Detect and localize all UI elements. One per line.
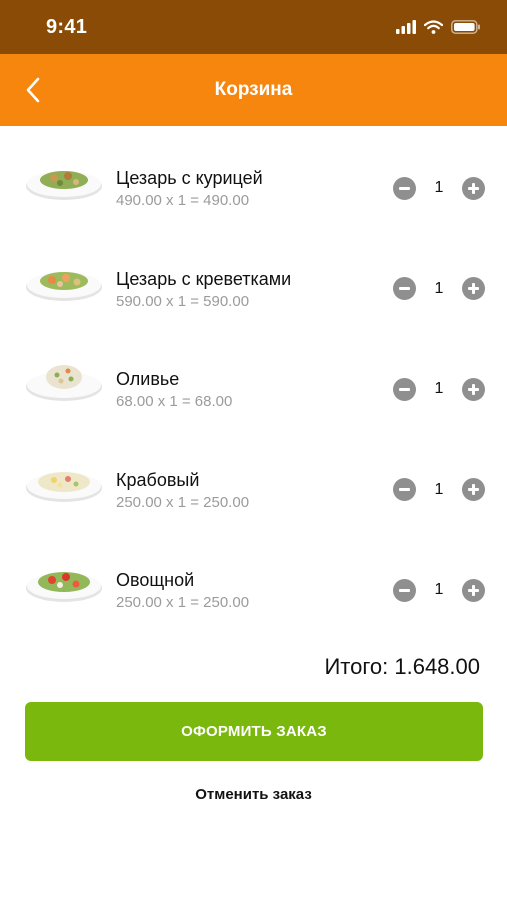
- dish-name: Цезарь с курицей: [116, 168, 263, 188]
- increase-qty-button[interactable]: [462, 176, 485, 200]
- cart-item: Цезарь с креветками 590.00 x 1 = 590.00 …: [0, 227, 507, 328]
- dish-image-vegetable: [26, 572, 102, 602]
- dish-image-crab: [26, 471, 102, 502]
- dish-price-calc: 590.00 x 1 = 590.00: [116, 292, 250, 310]
- checkout-button[interactable]: ОФОРМИТЬ ЗАКАЗ: [25, 702, 483, 761]
- quantity-value: 1: [434, 179, 444, 196]
- increase-qty-button[interactable]: [462, 578, 485, 602]
- quantity-value: 1: [434, 480, 444, 498]
- dish-price-calc: 250.00 x 1 = 250.00: [116, 493, 250, 511]
- dish-image-caesar-chicken: [26, 171, 102, 200]
- decrease-qty-button[interactable]: [393, 176, 416, 200]
- quantity-stepper: 1: [393, 578, 485, 602]
- quantity-value: 1: [434, 581, 444, 598]
- cancel-order-link[interactable]: Отменить заказ: [0, 786, 507, 803]
- page-title: Корзина: [214, 79, 293, 100]
- quantity-stepper: 1: [393, 377, 485, 401]
- cart-item: Оливье 68.00 x 1 = 68.00 1: [0, 327, 507, 428]
- dish-price-calc: 490.00 x 1 = 490.00: [116, 192, 250, 209]
- order-total: Итого: 1.648.00: [324, 654, 480, 679]
- dish-image-olivier: [26, 365, 102, 401]
- status-time: 9:41: [46, 15, 88, 38]
- dish-name: Оливье: [116, 369, 180, 389]
- dish-price-calc: 68.00 x 1 = 68.00: [116, 393, 233, 410]
- back-button[interactable]: [18, 74, 48, 106]
- chevron-left-icon: [26, 77, 40, 103]
- decrease-qty-button[interactable]: [393, 277, 416, 300]
- increase-qty-button[interactable]: [462, 277, 485, 300]
- dish-name: Овощной: [116, 570, 195, 590]
- cart-item: Крабовый 250.00 x 1 = 250.00 1: [0, 428, 507, 529]
- battery-icon: [451, 20, 480, 34]
- quantity-stepper: 1: [393, 277, 485, 301]
- quantity-value: 1: [434, 279, 444, 297]
- cart-list: Цезарь с курицей 490.00 x 1 = 490.00 1 Ц…: [0, 126, 507, 629]
- quantity-stepper: 1: [393, 176, 485, 200]
- increase-qty-button[interactable]: [462, 478, 485, 501]
- quantity-stepper: 1: [393, 478, 485, 502]
- dish-name: Крабовый: [116, 469, 200, 490]
- decrease-qty-button[interactable]: [393, 377, 416, 401]
- decrease-qty-button[interactable]: [393, 478, 416, 501]
- cart-item: Овощной 250.00 x 1 = 250.00 1: [0, 528, 507, 629]
- dish-name: Цезарь с креветками: [116, 268, 292, 289]
- cart-item: Цезарь с курицей 490.00 x 1 = 490.00 1: [0, 126, 507, 227]
- status-icons: [396, 20, 481, 34]
- signal-icon: [396, 20, 416, 34]
- wifi-icon: [424, 20, 443, 34]
- quantity-value: 1: [434, 380, 444, 397]
- dish-image-caesar-shrimp: [26, 271, 102, 301]
- decrease-qty-button[interactable]: [393, 578, 416, 602]
- status-bar: 9:41: [0, 0, 507, 54]
- header-bar: Корзина: [0, 54, 507, 126]
- increase-qty-button[interactable]: [462, 377, 485, 401]
- dish-price-calc: 250.00 x 1 = 250.00: [116, 594, 250, 611]
